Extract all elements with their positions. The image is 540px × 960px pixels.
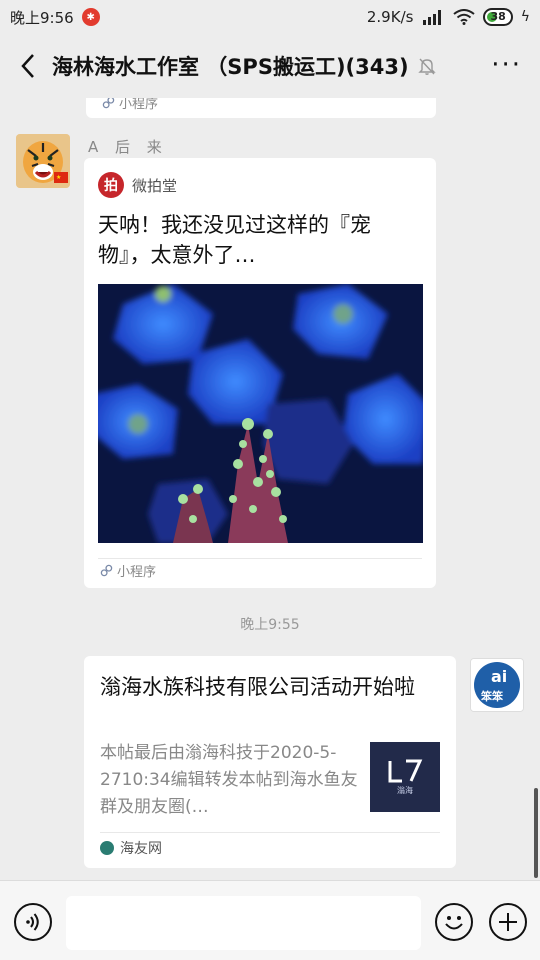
message-input[interactable] bbox=[66, 896, 421, 950]
plus-icon bbox=[499, 913, 517, 931]
charging-icon: ϟ bbox=[520, 9, 530, 25]
network-speed: 2.9K/s bbox=[366, 8, 414, 26]
back-arrow-icon bbox=[21, 54, 34, 78]
bell-off-icon bbox=[417, 58, 436, 75]
chat-area[interactable]: 小程序 ★ A 后 来 拍 微拍堂 天呐！我还没见过这样的『宠物』，太意外了… bbox=[0, 98, 540, 880]
more-button[interactable]: ··· bbox=[491, 50, 522, 80]
emoji-button[interactable] bbox=[435, 903, 473, 941]
voice-icon bbox=[26, 913, 39, 931]
previous-mini-program-card[interactable]: 小程序 bbox=[86, 98, 436, 118]
ai-benben-avatar-icon: ai 笨笨 bbox=[471, 659, 523, 711]
status-bar: 晚上9:56 ✱ 2.9K/s 38 ϟ bbox=[0, 0, 540, 34]
link-footer: 海友网 bbox=[100, 838, 162, 858]
wenghai-logo-icon bbox=[388, 759, 423, 782]
status-time: 晚上9:56 bbox=[10, 8, 74, 27]
chat-header: 海林海水工作室 （SPS搬运工)(343) ··· bbox=[0, 34, 540, 98]
emoji-icon bbox=[445, 916, 463, 930]
battery-level: 38 bbox=[490, 10, 506, 23]
signal-icon bbox=[423, 10, 442, 25]
mini-program-divider bbox=[98, 558, 422, 559]
plus-button[interactable] bbox=[489, 903, 527, 941]
back-button[interactable] bbox=[14, 46, 42, 86]
link-divider bbox=[100, 832, 440, 833]
chat-title: 海林海水工作室 （SPS搬运工)(343) bbox=[52, 55, 409, 79]
thumb-caption: 滃海 bbox=[397, 785, 413, 795]
mini-program-card[interactable]: 拍 微拍堂 天呐！我还没见过这样的『宠物』，太意外了… 小程序 bbox=[84, 158, 436, 588]
mini-program-icon bbox=[102, 98, 115, 109]
mini-program-label: 小程序 bbox=[119, 98, 159, 112]
link-source: 海友网 bbox=[120, 841, 162, 857]
voice-button[interactable] bbox=[14, 903, 52, 941]
sender-name: A 后 来 bbox=[88, 138, 168, 156]
battery-indicator: 38 bbox=[483, 8, 513, 26]
svg-text:★: ★ bbox=[56, 174, 61, 181]
link-thumbnail: 滃海 bbox=[370, 742, 440, 812]
mini-program-label: 小程序 bbox=[117, 565, 157, 580]
coral-image bbox=[98, 284, 423, 543]
my-avatar[interactable]: ai 笨笨 bbox=[470, 658, 524, 712]
mini-program-source: 拍 微拍堂 bbox=[98, 172, 177, 198]
coral-photo bbox=[98, 284, 423, 543]
mini-program-icon bbox=[100, 564, 113, 577]
app-notification-icon: ✱ bbox=[81, 8, 100, 26]
link-description: 本帖最后由滃海科技于2020-5-2710:34编辑转发本帖到海水鱼友群及朋友圈… bbox=[100, 743, 358, 817]
svg-text:ai: ai bbox=[491, 667, 507, 686]
tiger-avatar-icon: ★ bbox=[16, 134, 70, 188]
link-share-card[interactable]: 滃海水族科技有限公司活动开始啦 本帖最后由滃海科技于2020-5-2710:34… bbox=[84, 656, 456, 868]
wifi-icon bbox=[453, 9, 476, 25]
mini-program-title: 天呐！我还没见过这样的『宠物』，太意外了… bbox=[98, 213, 371, 267]
avatar-text: 笨笨 bbox=[481, 689, 504, 703]
message-timestamp: 晚上9:55 bbox=[240, 617, 300, 633]
chat-scrollbar[interactable] bbox=[534, 788, 538, 878]
mini-program-footer: 小程序 bbox=[102, 98, 158, 112]
weipaitang-logo-icon: 拍 bbox=[98, 172, 124, 198]
link-title: 滃海水族科技有限公司活动开始啦 bbox=[100, 675, 415, 699]
haiyou-site-icon bbox=[100, 841, 114, 855]
sender-avatar-tiger[interactable]: ★ bbox=[16, 134, 70, 188]
mini-program-source-name: 微拍堂 bbox=[132, 176, 178, 195]
mini-program-footer: 小程序 bbox=[100, 561, 156, 580]
input-bar bbox=[0, 880, 540, 960]
